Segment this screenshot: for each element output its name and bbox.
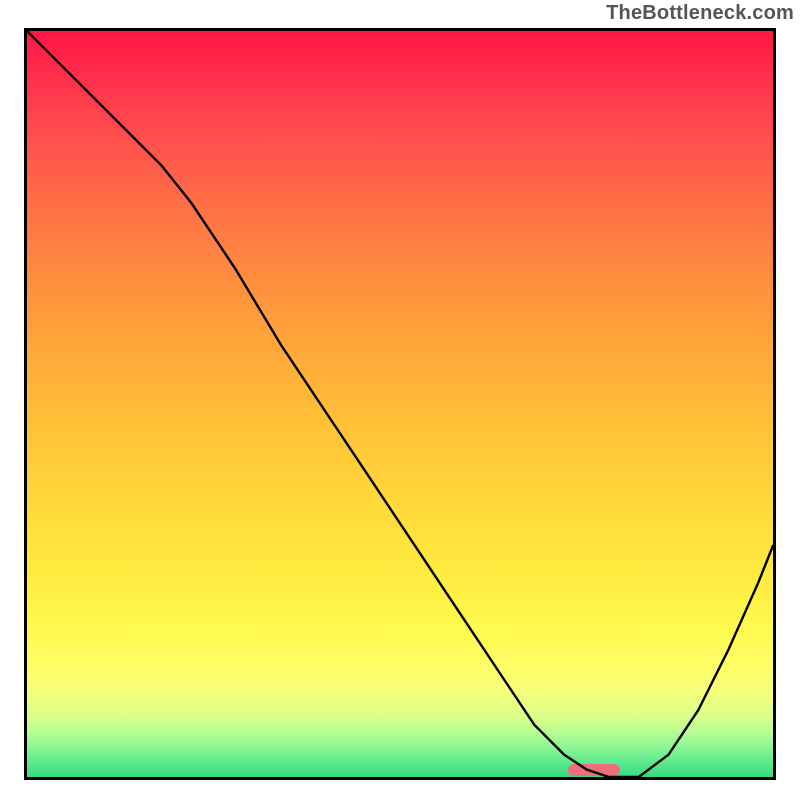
chart-frame <box>24 28 776 780</box>
bottleneck-curve <box>27 31 773 777</box>
watermark-text: TheBottleneck.com <box>606 2 794 25</box>
